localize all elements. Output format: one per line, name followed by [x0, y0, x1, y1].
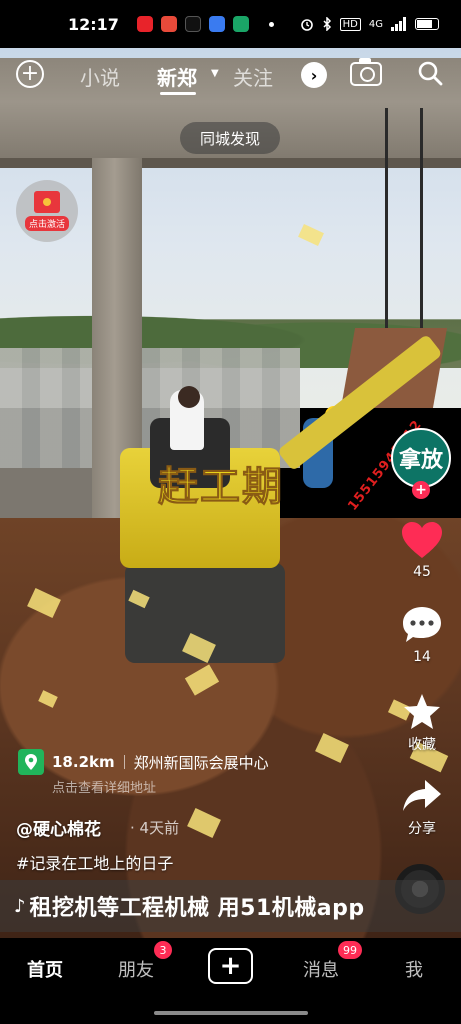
- tab-me[interactable]: 我: [405, 956, 423, 982]
- author-name[interactable]: @硬心棉花: [16, 815, 101, 840]
- chevron-right-icon[interactable]: ›: [301, 62, 327, 88]
- author-avatar[interactable]: 拿放: [391, 428, 451, 488]
- location-divider: [123, 755, 125, 769]
- ad-banner-text: 租挖机等工程机械 用51机械app: [29, 896, 365, 921]
- friends-badge: 3: [154, 941, 172, 959]
- active-tab-indicator: [160, 92, 196, 95]
- favorite-label: 收藏: [408, 737, 436, 753]
- notification-dot: [268, 21, 274, 27]
- camera-icon[interactable]: [350, 58, 382, 86]
- caret-down-icon[interactable]: ▼: [211, 68, 219, 79]
- status-right: HD 4G: [300, 17, 439, 31]
- red-packet-icon: [34, 191, 60, 213]
- location-tag[interactable]: 18.2km 郑州新国际会展中心: [18, 749, 269, 775]
- tab-following[interactable]: 关注: [233, 62, 273, 91]
- tiktok-icon: [184, 16, 201, 32]
- signal-icon: [391, 17, 406, 31]
- share-arrow-icon: [403, 780, 441, 811]
- home-indicator: [154, 1011, 308, 1015]
- ad-banner[interactable]: ♪ 租挖机等工程机械 用51机械app: [0, 880, 461, 932]
- comment-count: 14: [413, 649, 431, 665]
- tab-home[interactable]: 首页: [27, 956, 63, 982]
- location-pin-icon: [18, 749, 44, 775]
- hd-label: HD: [339, 17, 361, 31]
- status-bar: 12:17 HD 4G: [0, 0, 461, 48]
- comment-icon: [403, 607, 441, 642]
- youtube-icon: [136, 16, 153, 32]
- location-name: 郑州新国际会展中心: [133, 753, 269, 772]
- share-label: 分享: [408, 821, 436, 837]
- baidu-icon: [208, 16, 225, 32]
- red-packet-button[interactable]: 点击激活: [16, 180, 78, 242]
- video-caption[interactable]: #记录在工地上的日子: [16, 850, 173, 874]
- tiktok-logo-icon: ♪: [14, 895, 26, 917]
- tab-friends[interactable]: 朋友: [118, 956, 154, 982]
- follow-plus-icon[interactable]: +: [412, 481, 430, 499]
- like-button[interactable]: 45: [396, 520, 448, 580]
- network-label: 4G: [368, 18, 383, 30]
- red-packet-label: 点击激活: [24, 216, 69, 231]
- search-icon[interactable]: [417, 60, 443, 86]
- video-cable: [420, 108, 423, 338]
- redbook-icon: [160, 16, 177, 32]
- battery-icon: [415, 18, 439, 30]
- video-worker-head: [178, 386, 200, 408]
- tab-local[interactable]: 新郑: [157, 62, 197, 91]
- status-time: 12:17: [68, 14, 119, 34]
- star-icon: [404, 694, 440, 729]
- share-button[interactable]: 分享: [396, 778, 448, 838]
- like-count: 45: [413, 564, 431, 580]
- post-time: · 4天前: [130, 819, 180, 837]
- bluetooth-icon: [323, 17, 331, 31]
- location-distance: 18.2km: [52, 753, 115, 771]
- create-post-button[interactable]: +: [208, 948, 253, 984]
- top-nav: + 小说 新郑 ▼ 关注 ›: [0, 56, 461, 96]
- city-discover-pill[interactable]: 同城发现: [180, 122, 280, 154]
- favorite-button[interactable]: 收藏: [396, 692, 448, 754]
- video-overlay-title: 赶工期: [158, 464, 284, 511]
- add-circle-icon[interactable]: +: [16, 60, 44, 88]
- tab-messages[interactable]: 消息: [303, 956, 339, 982]
- alarm-icon: [300, 19, 313, 31]
- heart-icon: [402, 522, 442, 558]
- bottom-tab-bar: 首页 朋友 3 + 消息 99 我: [0, 938, 461, 1000]
- messages-badge: 99: [338, 941, 362, 959]
- maps-icon: [232, 16, 249, 32]
- tab-novel[interactable]: 小说: [80, 62, 120, 91]
- video-cable: [385, 108, 388, 338]
- location-detail-link[interactable]: 点击查看详细地址: [52, 777, 156, 796]
- comment-button[interactable]: 14: [396, 605, 448, 665]
